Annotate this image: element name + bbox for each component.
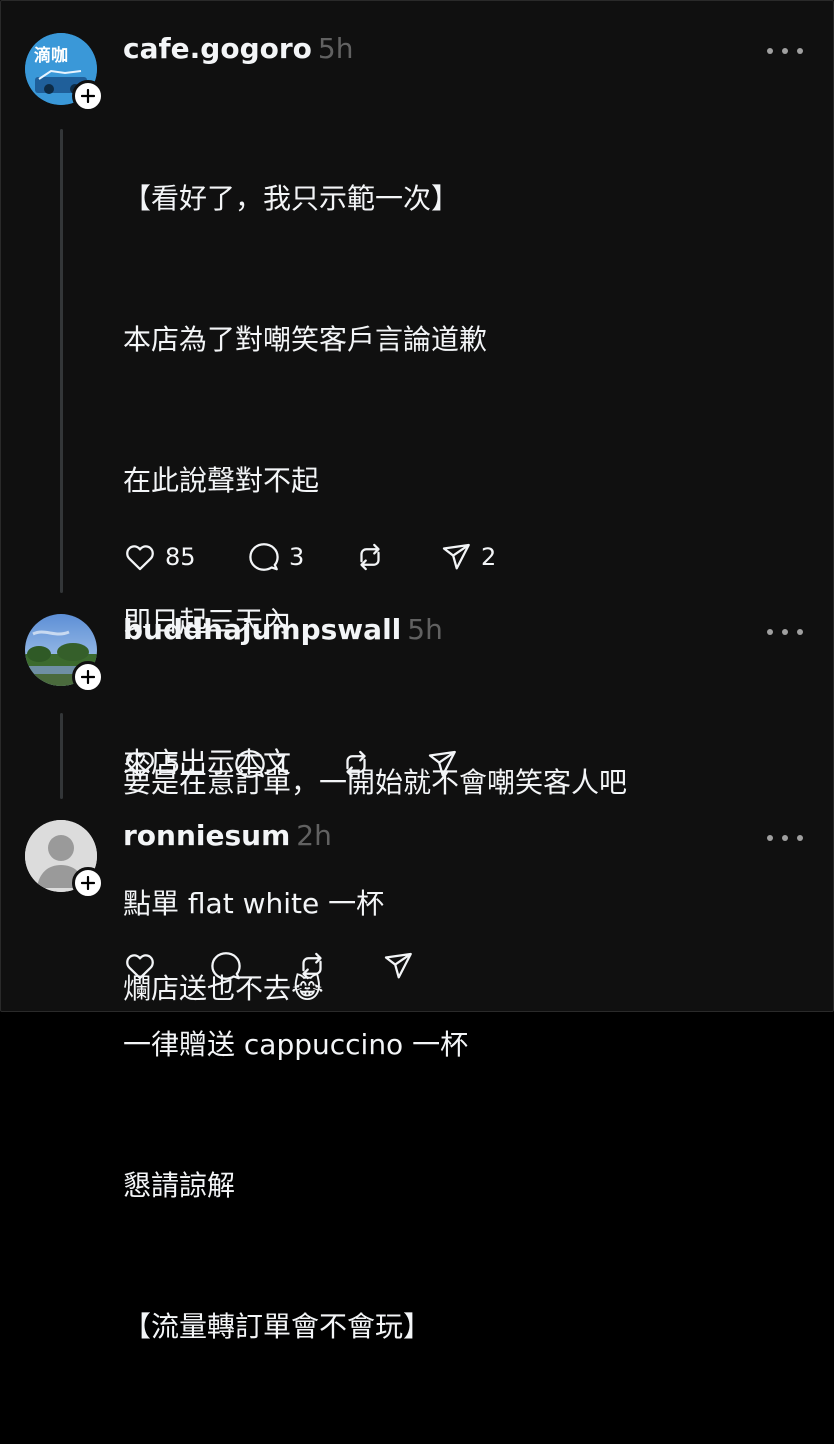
send-icon: [442, 543, 470, 570]
username[interactable]: cafe.gogoro: [123, 32, 312, 65]
repost-icon: [346, 750, 366, 778]
thread-container: 滴咖 cafe.gogoro 5h 【看好了，我只示範一次】 本店為了對嘲笑客戶言…: [0, 0, 834, 1343]
more-button[interactable]: [767, 832, 803, 844]
follow-button[interactable]: [72, 661, 104, 693]
more-icon-dot: [797, 835, 803, 841]
more-icon-dot: [797, 48, 803, 54]
repost-icon: [302, 952, 322, 980]
heart-icon: [126, 752, 154, 778]
more-icon: [767, 835, 773, 841]
more-icon: [767, 629, 773, 635]
post-line: 【看好了，我只示範一次】: [123, 182, 460, 215]
like-button[interactable]: [123, 948, 157, 984]
post-line: 要是在意訂單，一開始就不會嘲笑客人吧: [123, 766, 628, 799]
more-icon-dot: [782, 835, 788, 841]
plus-icon: [81, 670, 95, 684]
send-icon: [428, 750, 456, 777]
username-row: cafe.gogoro 5h: [123, 32, 353, 65]
username[interactable]: buddhajumpswall: [123, 613, 401, 646]
like-button[interactable]: 85: [123, 539, 196, 575]
more-icon-dot: [782, 629, 788, 635]
post-body: 爛店送也不去😹: [123, 871, 324, 1106]
reply-button[interactable]: 1: [233, 746, 290, 782]
repost-button[interactable]: [295, 948, 329, 984]
reply-button[interactable]: 3: [247, 539, 304, 575]
timestamp: 5h: [407, 613, 443, 646]
post-line: 本店為了對嘲笑客戶言論道歉: [123, 323, 488, 356]
share-button[interactable]: 2: [439, 539, 496, 575]
timestamp: 5h: [317, 32, 354, 65]
reply-count: 1: [275, 750, 291, 778]
reply-button[interactable]: [209, 948, 243, 984]
share-button[interactable]: [425, 746, 459, 782]
post-line: 懇請諒解: [123, 1169, 236, 1202]
heart-icon: [126, 545, 154, 571]
more-icon: [767, 48, 773, 54]
like-button[interactable]: 5: [123, 746, 180, 782]
avatar-logo-text: 滴咖: [34, 46, 68, 66]
thread-line: [60, 713, 63, 799]
comment-icon: [249, 543, 279, 571]
username-row: ronniesum 2h: [123, 819, 332, 852]
more-button[interactable]: [767, 45, 803, 57]
post-line: 在此說聲對不起: [123, 464, 320, 497]
send-icon: [384, 952, 412, 979]
comment-icon: [235, 750, 265, 778]
more-icon-dot: [797, 629, 803, 635]
more-button[interactable]: [767, 626, 803, 638]
share-count: 2: [481, 543, 497, 571]
comment-icon: [211, 952, 241, 980]
more-icon-dot: [782, 48, 788, 54]
reply-count: 3: [289, 543, 305, 571]
plus-icon: [81, 876, 95, 890]
username-row: buddhajumpswall 5h: [123, 613, 443, 646]
follow-button[interactable]: [72, 867, 104, 899]
username[interactable]: ronniesum: [123, 819, 290, 852]
post-line: 【流量轉訂單會不會玩】: [123, 1310, 432, 1343]
heart-icon: [126, 954, 154, 980]
post-body: 要是在意訂單，一開始就不會嘲笑客人吧: [123, 665, 627, 900]
plus-icon: [81, 89, 95, 103]
follow-button[interactable]: [72, 80, 104, 112]
repost-button[interactable]: [353, 539, 387, 575]
share-button[interactable]: [381, 948, 415, 984]
repost-icon: [360, 543, 380, 571]
repost-button[interactable]: [339, 746, 373, 782]
thread-line: [60, 129, 63, 593]
like-count: 85: [165, 543, 196, 571]
timestamp: 2h: [296, 819, 332, 852]
like-count: 5: [165, 750, 181, 778]
